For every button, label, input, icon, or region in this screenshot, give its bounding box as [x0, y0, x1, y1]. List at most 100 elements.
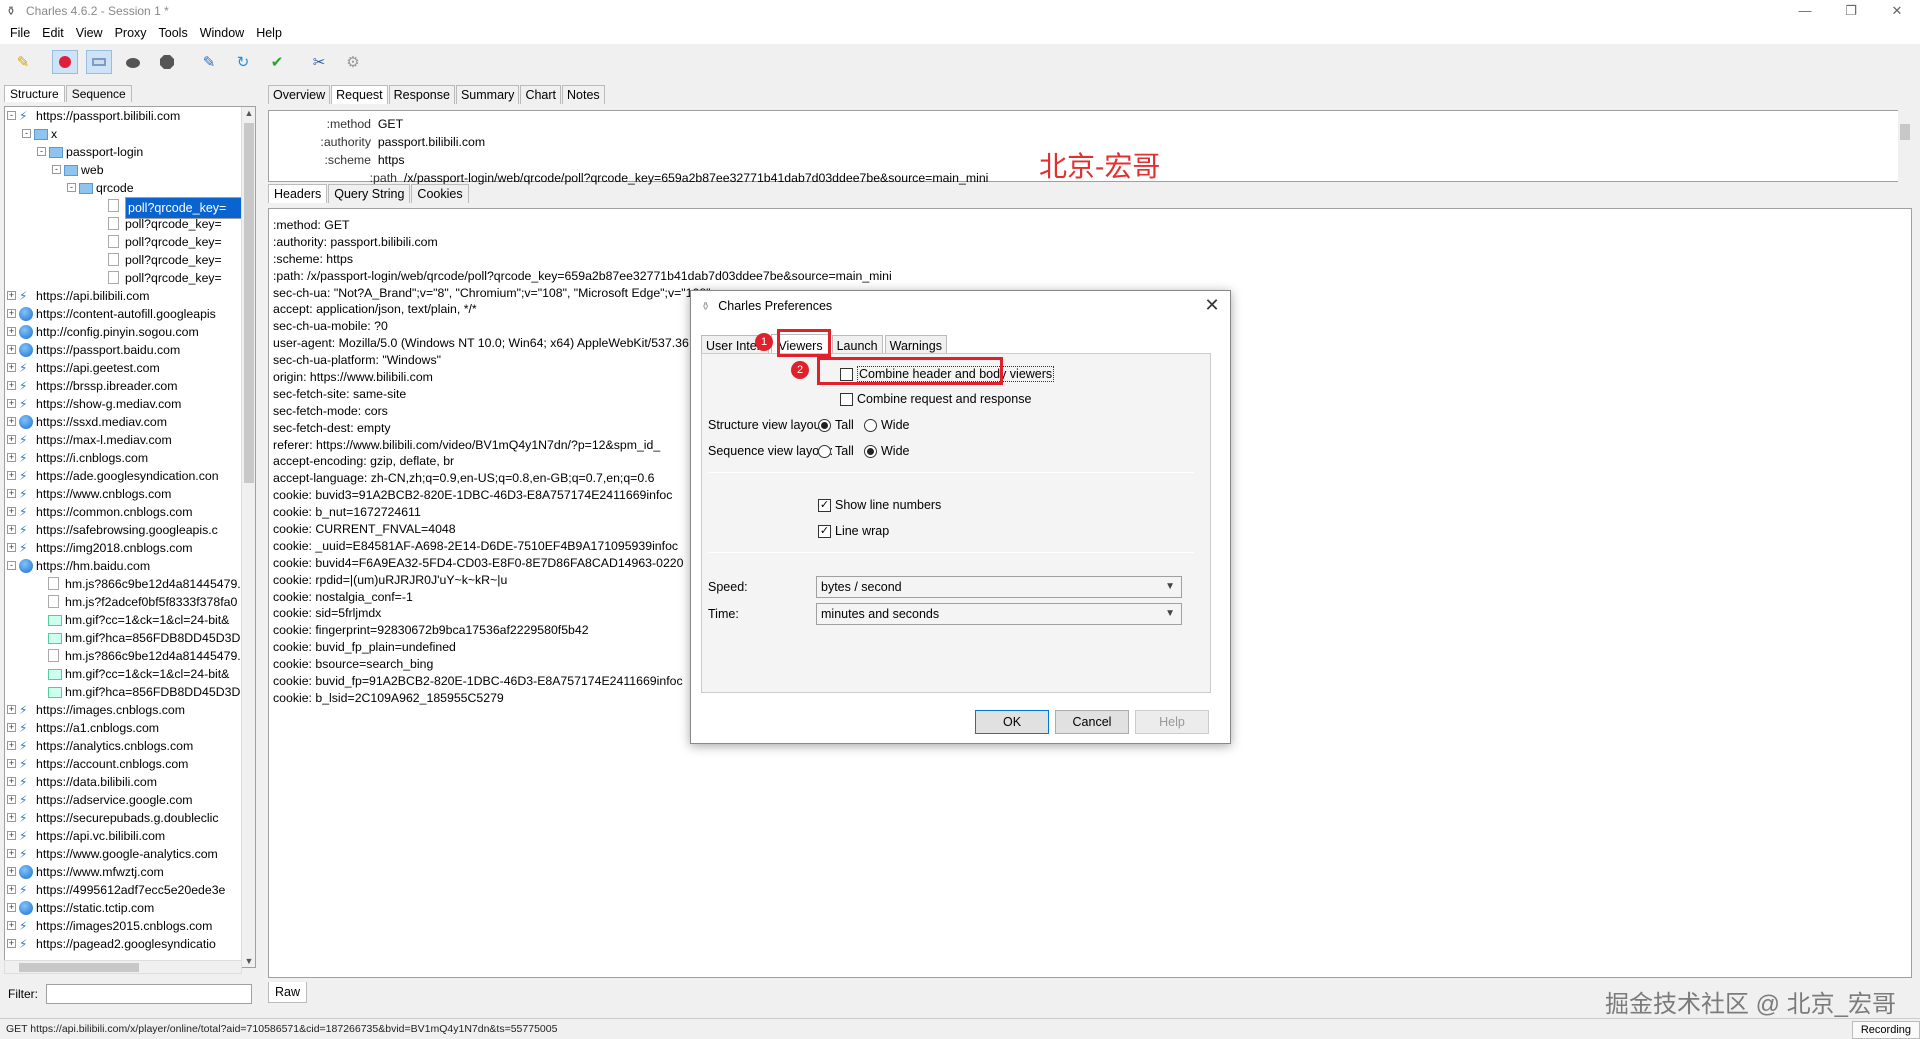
cancel-button[interactable]: Cancel — [1055, 710, 1129, 734]
recording-indicator[interactable]: Recording — [1851, 1021, 1920, 1039]
tab-overview[interactable]: Overview — [268, 85, 331, 104]
sequence-wide-option[interactable]: Wide — [864, 444, 909, 458]
sequence-tall-option[interactable]: Tall — [818, 444, 854, 458]
host-tree[interactable]: - ⚡ https://passport.bilibili.com - x - passpo… — [4, 106, 256, 968]
tab-request[interactable]: Request — [331, 85, 388, 104]
tree-item[interactable]: hm.gif?cc=1&ck=1&cl=24-bit& — [5, 665, 255, 683]
tree-item[interactable]: - qrcode — [5, 179, 255, 197]
scroll-up-icon[interactable]: ▲ — [244, 108, 254, 118]
expand-icon[interactable]: + — [7, 849, 16, 858]
tab-summary[interactable]: Summary — [455, 85, 520, 104]
expand-icon[interactable]: + — [7, 921, 16, 930]
turtle-icon[interactable] — [120, 50, 146, 74]
tree-scroll-thumb[interactable] — [244, 123, 254, 483]
collapse-icon[interactable]: - — [7, 111, 16, 120]
tree-item[interactable]: - web — [5, 161, 255, 179]
expand-icon[interactable]: + — [7, 939, 16, 948]
tree-item[interactable]: + https://content-autofill.googleapis — [5, 305, 255, 323]
tree-item[interactable]: + ⚡ https://max-l.mediav.com — [5, 431, 255, 449]
collapse-icon[interactable]: - — [7, 561, 16, 570]
tree-item[interactable]: + https://www.mfwztj.com — [5, 863, 255, 881]
expand-icon[interactable]: + — [7, 723, 16, 732]
expand-icon[interactable]: + — [7, 777, 16, 786]
tree-item[interactable]: -x — [5, 125, 255, 143]
tree-item[interactable]: + https://ssxd.mediav.com — [5, 413, 255, 431]
tree-horizontal-scrollbar[interactable] — [4, 960, 242, 974]
tree-item[interactable]: - passport-login — [5, 143, 255, 161]
breakpoint-icon[interactable] — [154, 50, 180, 74]
tree-item[interactable]: + ⚡ https://4995612adf7ecc5e20ede3e — [5, 881, 255, 899]
expand-icon[interactable]: + — [7, 435, 16, 444]
time-select[interactable]: minutes and seconds ▼ — [816, 603, 1182, 625]
tree-item[interactable]: + ⚡ https://show-g.mediav.com — [5, 395, 255, 413]
expand-icon[interactable]: + — [7, 453, 16, 462]
menu-edit[interactable]: Edit — [36, 26, 70, 40]
structure-wide-radio[interactable] — [864, 418, 877, 432]
sequence-wide-radio[interactable] — [864, 444, 877, 458]
tree-item[interactable]: + ⚡ https://adservice.google.com — [5, 791, 255, 809]
expand-icon[interactable]: + — [7, 309, 16, 318]
tab-response[interactable]: Response — [388, 85, 455, 104]
summary-scrollbar[interactable] — [1898, 110, 1912, 182]
expand-icon[interactable]: + — [7, 399, 16, 408]
tree-item[interactable]: hm.gif?hca=856FDB8DD45D3D — [5, 683, 255, 701]
tree-item[interactable]: + ⚡ https://account.cnblogs.com — [5, 755, 255, 773]
menu-tools[interactable]: Tools — [153, 26, 194, 40]
menu-view[interactable]: View — [70, 26, 109, 40]
tab-chart[interactable]: Chart — [520, 85, 562, 104]
speed-select[interactable]: bytes / second ▼ — [816, 576, 1182, 598]
throttle-icon[interactable] — [86, 50, 112, 74]
expand-icon[interactable]: + — [7, 867, 16, 876]
tree-item[interactable]: hm.gif?hca=856FDB8DD45D3D — [5, 629, 255, 647]
collapse-icon[interactable]: - — [67, 183, 76, 192]
tree-item[interactable]: + ⚡ https://images2015.cnblogs.com — [5, 917, 255, 935]
record-icon[interactable] — [52, 50, 78, 74]
tree-item[interactable]: hm.js?866c9be12d4a81445479. — [5, 575, 255, 593]
expand-icon[interactable]: + — [7, 345, 16, 354]
compose-icon[interactable]: ✎ — [196, 50, 222, 74]
tab-cookies[interactable]: Cookies — [411, 184, 469, 203]
close-window-icon[interactable]: ✕ — [1874, 0, 1920, 22]
tree-item[interactable]: hm.js?f2adcef0bf5f8333f378fa0 — [5, 593, 255, 611]
expand-icon[interactable]: + — [7, 831, 16, 840]
tree-item[interactable]: + ⚡ https://www.google-analytics.com — [5, 845, 255, 863]
tab-sequence[interactable]: Sequence — [65, 85, 132, 102]
broom-icon[interactable]: ✎ — [10, 50, 36, 74]
tree-item[interactable]: + https://passport.baidu.com — [5, 341, 255, 359]
structure-tall-option[interactable]: Tall — [818, 418, 854, 432]
expand-icon[interactable]: + — [7, 417, 16, 426]
tab-notes[interactable]: Notes — [562, 85, 605, 104]
tree-item[interactable]: + http://config.pinyin.sogou.com — [5, 323, 255, 341]
tree-item[interactable]: poll?qrcode_key= — [5, 251, 255, 269]
tab-query-string[interactable]: Query String — [328, 184, 411, 203]
expand-icon[interactable]: + — [7, 381, 16, 390]
expand-icon[interactable]: + — [7, 543, 16, 552]
tree-item[interactable]: + ⚡ https://brssp.ibreader.com — [5, 377, 255, 395]
menu-proxy[interactable]: Proxy — [109, 26, 153, 40]
tree-item[interactable]: + ⚡ https://securepubads.g.doubleclic — [5, 809, 255, 827]
structure-tall-radio[interactable] — [818, 418, 831, 432]
tree-item[interactable]: + ⚡ https://safebrowsing.googleapis.c — [5, 521, 255, 539]
show-line-numbers-option[interactable]: ✓ Show line numbers — [818, 498, 941, 512]
tree-item[interactable]: poll?qrcode_key= — [5, 215, 255, 233]
minimize-icon[interactable]: — — [1782, 0, 1828, 22]
tree-item[interactable]: + ⚡ https://ade.googlesyndication.con — [5, 467, 255, 485]
tree-item[interactable]: + ⚡ https://data.bilibili.com — [5, 773, 255, 791]
tree-vertical-scrollbar[interactable]: ▲ ▼ — [241, 107, 255, 967]
tree-item[interactable]: + ⚡ https://img2018.cnblogs.com — [5, 539, 255, 557]
scroll-down-icon[interactable]: ▼ — [244, 956, 254, 966]
tree-item[interactable]: + ⚡ https://api.geetest.com — [5, 359, 255, 377]
expand-icon[interactable]: + — [7, 759, 16, 768]
tree-item[interactable]: hm.js?866c9be12d4a81445479. — [5, 647, 255, 665]
expand-icon[interactable]: + — [7, 291, 16, 300]
tree-item[interactable]: poll?qrcode_key= — [5, 197, 255, 219]
tree-item[interactable]: poll?qrcode_key= — [5, 269, 255, 287]
tree-item[interactable]: hm.gif?cc=1&ck=1&cl=24-bit& — [5, 611, 255, 629]
tab-headers[interactable]: Headers — [268, 184, 328, 203]
tab-structure[interactable]: Structure — [4, 85, 65, 102]
expand-icon[interactable]: + — [7, 507, 16, 516]
tree-item[interactable]: + ⚡ https://api.vc.bilibili.com — [5, 827, 255, 845]
expand-icon[interactable]: + — [7, 327, 16, 336]
repeat-icon[interactable]: ↻ — [230, 50, 256, 74]
expand-icon[interactable]: + — [7, 705, 16, 714]
